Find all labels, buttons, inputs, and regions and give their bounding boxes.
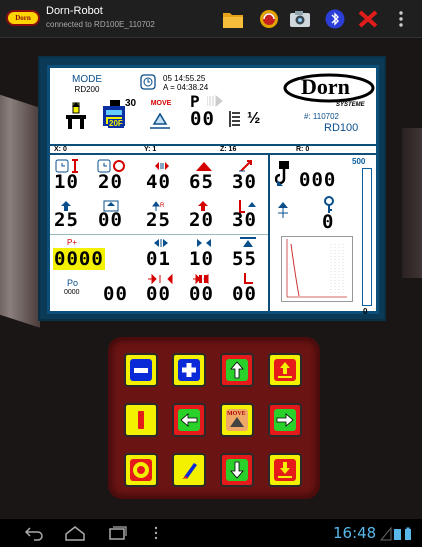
axis-y: Y: 1	[144, 146, 157, 153]
param-value: 30	[232, 209, 257, 231]
counter-tag: 20F	[108, 119, 124, 128]
sync-icon[interactable]	[258, 9, 280, 29]
overflow-menu-icon[interactable]	[395, 9, 407, 29]
move-key[interactable]: MOVE	[220, 403, 254, 437]
param-value: 01	[146, 248, 171, 270]
row-divider	[50, 234, 268, 235]
down-arrow-key[interactable]	[220, 453, 254, 487]
param-value: 00	[146, 283, 171, 305]
app-logo[interactable]: Dorn	[6, 10, 40, 26]
gauge-max-label: 500	[352, 157, 366, 166]
horizontal-move-icon	[155, 162, 169, 170]
brand-text: Dorn	[301, 74, 350, 99]
right-mid-value: 0	[322, 211, 335, 233]
param-value: 40	[146, 171, 171, 193]
counter-value: 30	[125, 98, 137, 109]
param-value: 00	[103, 283, 128, 305]
brand-subtitle: SYSTEME	[336, 102, 365, 108]
param-value: 65	[189, 171, 214, 193]
signal-icon	[380, 526, 392, 541]
position-chart	[281, 236, 353, 302]
move-label: MOVE	[150, 100, 172, 107]
battery-icon	[405, 527, 411, 540]
camera-icon[interactable]	[289, 9, 311, 29]
up-arrow-key[interactable]	[220, 353, 254, 387]
connection-status: connected to RD100E_110702	[46, 20, 155, 29]
time-value-2: A = 04:38.24	[163, 83, 209, 92]
lift-up-key[interactable]	[268, 353, 302, 387]
param-value: 00	[98, 209, 123, 231]
gripper-icon	[66, 102, 86, 129]
row3-label: P+	[67, 238, 78, 247]
wifi-icon	[394, 529, 401, 540]
close-icon[interactable]	[357, 9, 379, 29]
clock-icon	[140, 74, 156, 90]
column-divider	[268, 155, 270, 311]
param-value: 10	[189, 248, 214, 270]
hook-icon	[275, 161, 289, 186]
param-value: 25	[54, 209, 79, 231]
program-value: 00	[190, 108, 215, 130]
param-value: 10	[54, 171, 79, 193]
param-value: 20	[189, 209, 214, 231]
stop-key[interactable]	[124, 403, 158, 437]
plus-key[interactable]	[172, 353, 206, 387]
main-stage: MODE RD200 05 14:55.25 A = 04:38.24 30 2…	[0, 38, 422, 519]
back-icon[interactable]	[24, 525, 44, 541]
lift-down-key[interactable]	[268, 453, 302, 487]
squeeze-icon	[154, 239, 168, 247]
fraction-label: ½	[247, 110, 261, 127]
left-arrow-key[interactable]	[172, 403, 206, 437]
param-value: 00	[189, 283, 214, 305]
right-arrow-key[interactable]	[268, 403, 302, 437]
axis-r: R: 0	[296, 146, 310, 153]
axis-x: X: 0	[54, 146, 67, 153]
axis-z: Z: 16	[220, 146, 237, 153]
model-value: RD100	[324, 122, 359, 134]
home-icon[interactable]	[64, 525, 86, 541]
spread-icon	[197, 239, 211, 247]
play-forward-icon	[207, 95, 223, 107]
overflow-nav-icon[interactable]	[153, 525, 159, 541]
move-key-label: MOVE	[227, 411, 246, 417]
mode-label: MODE	[72, 74, 102, 85]
display-screen: MODE RD200 05 14:55.25 A = 04:38.24 30 2…	[47, 65, 379, 316]
folder-icon[interactable]	[222, 9, 244, 29]
move-icon	[150, 112, 170, 129]
bluetooth-icon[interactable]	[324, 9, 346, 29]
list-icon	[229, 111, 240, 127]
minus-key[interactable]	[124, 353, 158, 387]
hash-value: #: 110702	[304, 112, 339, 121]
right-top-value: 000	[299, 169, 337, 191]
control-keypad: MOVE	[108, 337, 320, 499]
time-value-1: 05 14:55.25	[163, 74, 206, 83]
param-value: 30	[232, 171, 257, 193]
param-value-highlight: 0000	[53, 248, 105, 270]
brush-key[interactable]	[172, 453, 206, 487]
circle-key[interactable]	[124, 453, 158, 487]
robot-background-image	[0, 88, 40, 328]
system-nav-bar: 16:48	[0, 519, 422, 547]
action-bar: Dorn Dorn-Robot connected to RD100E_1107…	[0, 0, 422, 38]
param-value: 25	[146, 209, 171, 231]
gauge-min-label: 0	[363, 307, 368, 316]
row4-label: Po	[67, 278, 79, 288]
row4-sub-value: 0000	[64, 289, 80, 296]
axis-bar: X: 0 Y: 1 Z: 16 R: 0	[50, 144, 376, 155]
display-panel: MODE RD200 05 14:55.25 A = 04:38.24 30 2…	[38, 56, 386, 321]
app-title: Dorn-Robot	[46, 5, 103, 17]
mode-value: RD200	[74, 85, 100, 94]
level-gauge	[362, 168, 372, 306]
status-clock: 16:48	[333, 524, 377, 542]
balance-icon	[278, 202, 288, 218]
recent-apps-icon[interactable]	[108, 525, 128, 541]
robot-background-image-right	[402, 128, 422, 278]
param-value: 55	[232, 248, 257, 270]
param-value: 00	[232, 283, 257, 305]
param-value: 20	[98, 171, 123, 193]
